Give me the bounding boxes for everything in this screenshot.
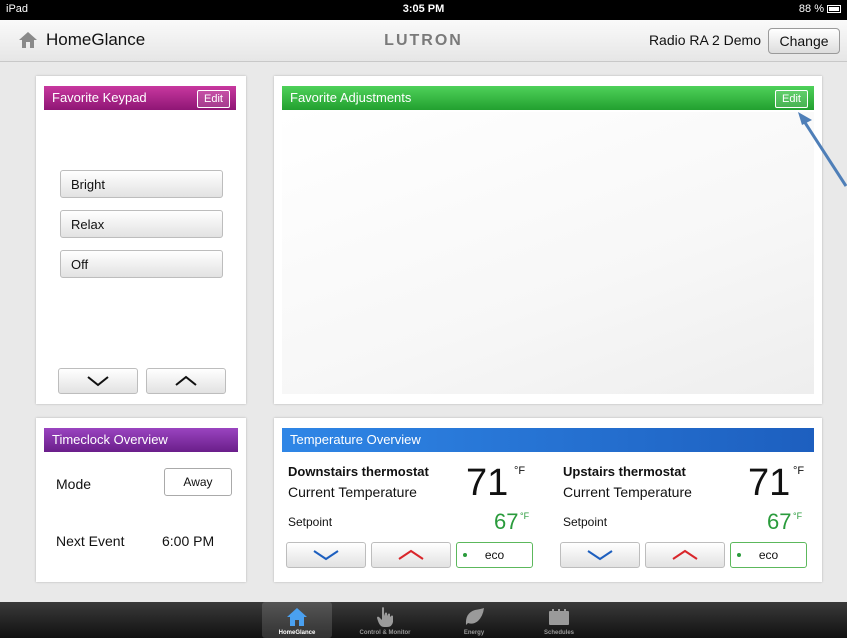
eco-label: eco: [484, 548, 505, 562]
tab-control-monitor[interactable]: Control & Monitor: [350, 602, 420, 638]
next-event-label: Next Event: [56, 533, 125, 549]
change-button[interactable]: Change: [768, 28, 840, 54]
setpoint-label: Setpoint: [288, 515, 333, 529]
chevron-down-icon: [587, 550, 613, 561]
current-temperature: 71: [466, 462, 509, 504]
chevron-up-icon: [398, 549, 424, 560]
status-bar: iPad 3:05 PM 88 %: [0, 0, 847, 20]
favorite-adjustments-title: Favorite Adjustments: [290, 90, 412, 105]
next-event-time: 6:00 PM: [162, 533, 215, 549]
thermostat-upstairs: Upstairs thermostat Current Temperature …: [548, 418, 822, 582]
favorite-keypad-panel: Favorite Keypad Edit Bright Relax Off: [36, 76, 246, 404]
tab-label: Control & Monitor: [359, 630, 411, 636]
tab-label: Schedules: [543, 630, 574, 636]
setpoint-value: 67: [767, 509, 792, 534]
status-time: 3:05 PM: [402, 3, 445, 15]
setpoint-unit: °F: [520, 511, 530, 521]
tab-schedules[interactable]: Schedules: [524, 602, 594, 638]
setpoint-down-button[interactable]: [286, 542, 366, 568]
tab-bar: HomeGlance Control & Monitor Energy Sche…: [0, 602, 847, 638]
chevron-up-icon: [175, 375, 197, 386]
temperature-panel: Temperature Overview Downstairs thermost…: [274, 418, 822, 582]
setpoint-up-button[interactable]: [645, 542, 725, 568]
battery-icon: [827, 5, 841, 13]
chevron-down-icon: [313, 550, 339, 561]
thermostat-downstairs: Downstairs thermostat Current Temperatur…: [274, 418, 548, 582]
annotation-arrow: [798, 112, 847, 187]
battery-indicator: 88 %: [799, 3, 841, 15]
eco-button[interactable]: eco: [730, 542, 807, 568]
favorite-keypad-header: Favorite Keypad Edit: [44, 86, 236, 110]
current-temperature: 71: [748, 462, 791, 504]
hand-pointer-icon: [377, 607, 393, 627]
keypad-scroll-down-button[interactable]: [58, 368, 138, 394]
mode-label: Mode: [56, 476, 92, 492]
eco-button[interactable]: eco: [456, 542, 533, 568]
mode-away-button[interactable]: Away: [164, 468, 232, 496]
keypad-scroll-up-button[interactable]: [146, 368, 226, 394]
favorite-keypad-edit-button[interactable]: Edit: [197, 90, 230, 108]
favorite-adjustments-edit-button[interactable]: Edit: [775, 90, 808, 108]
temperature-unit: °F: [514, 465, 526, 477]
eco-indicator-dot: [737, 553, 741, 557]
favorite-adjustments-panel: Favorite Adjustments Edit: [274, 76, 822, 404]
setpoint-label: Setpoint: [563, 515, 608, 529]
timeclock-panel: Timeclock Overview Mode Away Next Event …: [36, 418, 246, 582]
chevron-down-icon: [87, 376, 109, 387]
calendar-icon: [549, 609, 569, 625]
temperature-unit: °F: [793, 465, 805, 477]
leaf-icon: [465, 608, 484, 625]
favorite-adjustments-content: [282, 112, 814, 394]
tab-label: Energy: [463, 630, 485, 636]
setpoint-down-button[interactable]: [560, 542, 640, 568]
thermostat-subtitle: Current Temperature: [563, 484, 692, 500]
eco-indicator-dot: [463, 553, 467, 557]
system-name: Radio RA 2 Demo: [648, 32, 761, 48]
favorite-adjustments-header: Favorite Adjustments Edit: [282, 86, 814, 110]
thermostat-name: Upstairs thermostat: [563, 464, 686, 479]
favorite-keypad-title: Favorite Keypad: [52, 90, 147, 105]
keypad-button-relax[interactable]: Relax: [60, 210, 223, 238]
home-icon: [287, 608, 307, 626]
tab-label: HomeGlance: [278, 630, 316, 636]
tab-energy[interactable]: Energy: [439, 602, 509, 638]
setpoint-unit: °F: [793, 511, 803, 521]
timeclock-header: Timeclock Overview: [44, 428, 238, 452]
thermostat-name: Downstairs thermostat: [288, 464, 429, 479]
keypad-button-off[interactable]: Off: [60, 250, 223, 278]
thermostat-subtitle: Current Temperature: [288, 484, 417, 500]
battery-level: 88 %: [798, 3, 824, 15]
setpoint-up-button[interactable]: [371, 542, 451, 568]
top-bar: HomeGlance LUTRON Radio RA 2 Demo Change: [0, 20, 847, 62]
tab-homeglance[interactable]: HomeGlance: [262, 602, 332, 638]
timeclock-title: Timeclock Overview: [52, 432, 168, 447]
keypad-button-bright[interactable]: Bright: [60, 170, 223, 198]
setpoint-value: 67: [494, 509, 519, 534]
chevron-up-icon: [672, 549, 698, 560]
eco-label: eco: [758, 548, 779, 562]
